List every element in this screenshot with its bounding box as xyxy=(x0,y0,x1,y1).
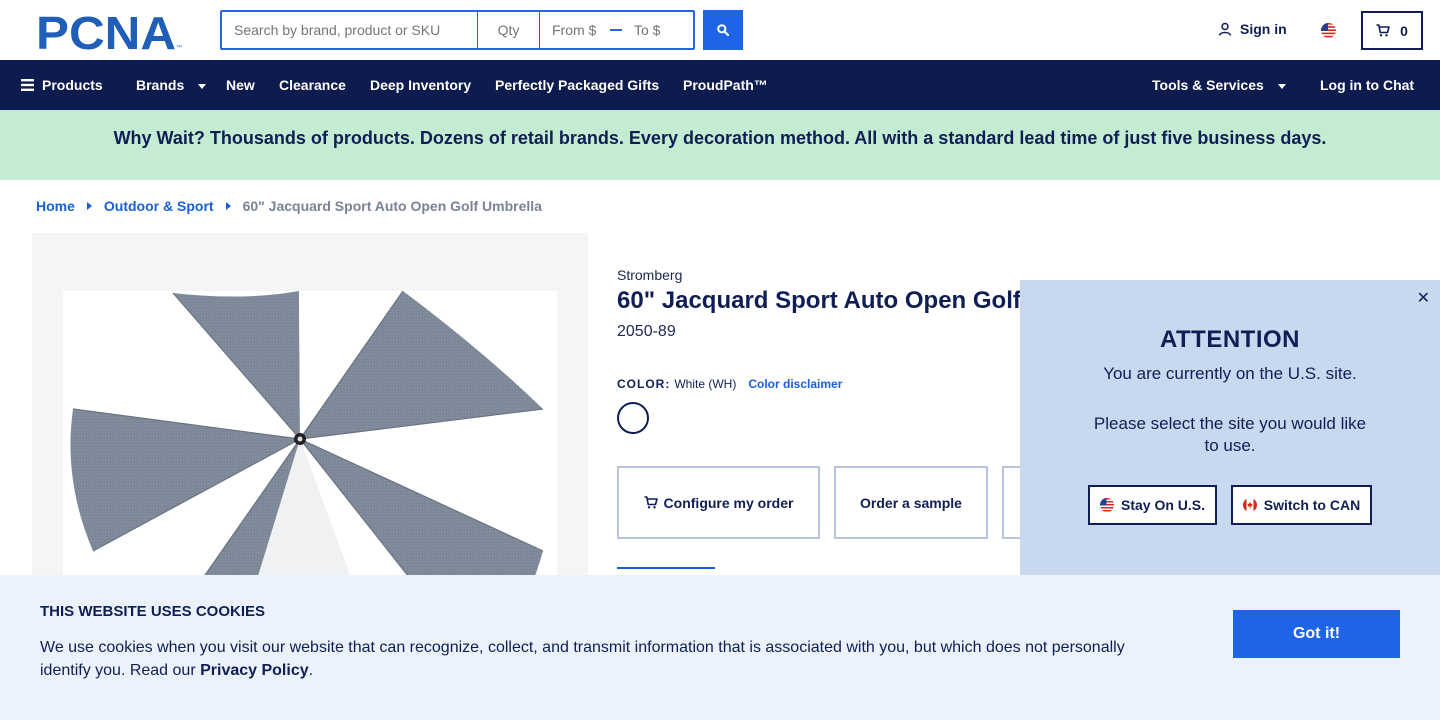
breadcrumb: Home Outdoor & Sport 60" Jacquard Sport … xyxy=(36,198,542,214)
nav-new-label: New xyxy=(226,77,255,93)
attention-title: ATTENTION xyxy=(1159,326,1301,353)
active-tab-indicator xyxy=(617,567,715,569)
price-range xyxy=(540,12,693,48)
cart-icon xyxy=(1376,24,1390,37)
price-from-input[interactable] xyxy=(552,22,608,38)
us-flag-icon[interactable] xyxy=(1321,23,1336,38)
qty-input[interactable] xyxy=(478,12,540,48)
cart-icon xyxy=(644,496,658,509)
cart-count: 0 xyxy=(1400,22,1408,39)
color-label: COLOR: xyxy=(617,377,671,391)
order-sample-label: Order a sample xyxy=(860,494,962,511)
sign-in-link[interactable]: Sign in xyxy=(1218,21,1287,37)
breadcrumb-home[interactable]: Home xyxy=(36,198,75,214)
nav-products[interactable]: Products xyxy=(21,60,103,110)
chevron-right-icon xyxy=(86,202,92,210)
product-brand[interactable]: Stromberg xyxy=(617,267,682,283)
top-header: PCNA ™ Sign in 0 xyxy=(0,0,1440,60)
nav-gifts[interactable]: Perfectly Packaged Gifts xyxy=(495,60,659,110)
main-nav: Products Brands New Clearance Deep Inven… xyxy=(0,60,1440,110)
cart-button[interactable]: 0 xyxy=(1361,11,1423,50)
site-select-popup: ✕ ATTENTION You are currently on the U.S… xyxy=(1020,280,1440,580)
price-to-input[interactable] xyxy=(634,22,690,38)
promo-text: Why Wait? Thousands of products. Dozens … xyxy=(113,128,1327,148)
nav-chat-label: Log in to Chat xyxy=(1320,77,1415,93)
nav-deep-inventory-label: Deep Inventory xyxy=(370,77,472,93)
nav-gifts-label: Perfectly Packaged Gifts xyxy=(495,77,660,93)
order-sample-button[interactable]: Order a sample xyxy=(834,466,988,539)
product-title: 60" Jacquard Sport Auto Open Golf xyxy=(617,287,1021,314)
color-disclaimer-link[interactable]: Color disclaimer xyxy=(748,377,842,391)
color-swatch-white[interactable] xyxy=(617,402,649,434)
nav-clearance-label: Clearance xyxy=(279,77,346,93)
nav-clearance[interactable]: Clearance xyxy=(279,60,346,110)
nav-products-label: Products xyxy=(42,77,103,93)
switch-can-label: Switch to CAN xyxy=(1263,497,1361,513)
stay-us-button[interactable]: Stay On U.S. xyxy=(1088,485,1217,525)
cookie-accept-button[interactable]: Got it! xyxy=(1233,610,1400,658)
configure-order-button[interactable]: Configure my order xyxy=(617,466,820,539)
nav-brands[interactable]: Brands xyxy=(136,60,207,110)
attention-line2: Please select the site you would like to… xyxy=(1093,414,1367,455)
switch-can-button[interactable]: Switch to CAN xyxy=(1231,485,1372,525)
privacy-policy-link[interactable]: Privacy Policy xyxy=(200,662,309,679)
search-icon xyxy=(717,24,729,36)
breadcrumb-category[interactable]: Outdoor & Sport xyxy=(104,198,214,214)
nav-chat-login[interactable]: Log in to Chat xyxy=(1320,60,1414,110)
nav-tools-services[interactable]: Tools & Services xyxy=(1152,60,1286,110)
attention-line1: You are currently on the U.S. site. xyxy=(1103,364,1357,383)
configure-order-label: Configure my order xyxy=(663,494,794,511)
nav-new[interactable]: New xyxy=(226,60,255,110)
color-row: COLOR: White (WH) Color disclaimer xyxy=(617,377,842,391)
breadcrumb-current: 60" Jacquard Sport Auto Open Golf Umbrel… xyxy=(242,198,542,214)
promo-banner: Why Wait? Thousands of products. Dozens … xyxy=(0,110,1440,180)
range-dash xyxy=(610,29,622,31)
search-bar xyxy=(220,10,695,50)
us-flag-icon xyxy=(1099,498,1114,512)
nav-proudpath[interactable]: ProudPath™ xyxy=(683,60,768,110)
cookie-end: . xyxy=(308,662,314,679)
cookie-banner: THIS WEBSITE USES COOKIES We use cookies… xyxy=(0,575,1440,720)
chevron-down-icon xyxy=(1277,83,1286,89)
close-icon[interactable]: ✕ xyxy=(1417,288,1430,308)
search-button[interactable] xyxy=(703,10,743,50)
nav-brands-label: Brands xyxy=(136,77,185,93)
nav-deep-inventory[interactable]: Deep Inventory xyxy=(370,60,471,110)
menu-icon xyxy=(21,79,34,91)
nav-tools-label: Tools & Services xyxy=(1152,77,1264,93)
cookie-title: THIS WEBSITE USES COOKIES xyxy=(40,603,266,620)
svg-text:™: ™ xyxy=(176,44,182,51)
stay-us-label: Stay On U.S. xyxy=(1120,497,1206,513)
chevron-down-icon xyxy=(198,83,207,89)
logo-text: PCNA xyxy=(36,11,176,51)
nav-proudpath-label: ProudPath™ xyxy=(683,77,768,93)
pcna-logo[interactable]: PCNA ™ xyxy=(36,11,184,51)
search-input[interactable] xyxy=(222,12,478,48)
color-value: White (WH) xyxy=(674,377,737,391)
product-sku: 2050-89 xyxy=(617,323,676,340)
cookie-text: We use cookies when you visit our websit… xyxy=(40,636,1150,682)
chevron-right-icon xyxy=(225,202,231,210)
user-icon xyxy=(1218,22,1232,36)
canada-flag-icon xyxy=(1242,498,1257,512)
sign-in-label: Sign in xyxy=(1240,21,1287,37)
